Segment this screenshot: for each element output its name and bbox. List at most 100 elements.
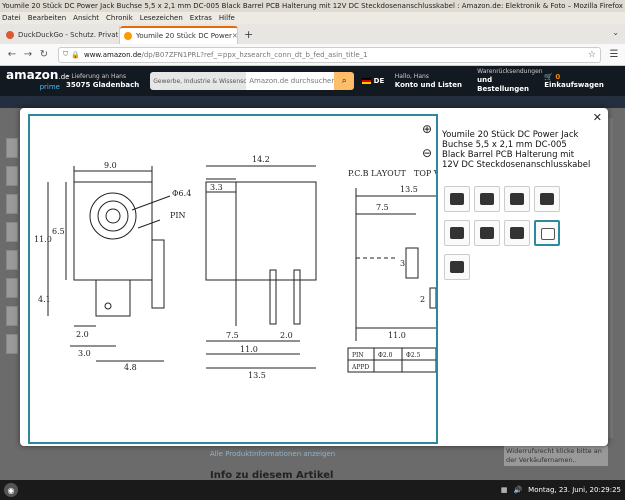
page-thumb[interactable] (6, 222, 18, 242)
launcher-icon[interactable]: ◉ (4, 483, 18, 497)
tab-duckduckgo[interactable]: DuckDuckGo - Schutz. Privat ✕ (2, 26, 120, 44)
account-greeting: Hallo, Hans (394, 72, 429, 80)
modal-product-title: Youmile 20 Stück DC Power Jack Buchse 5,… (442, 130, 591, 170)
new-tab-plus-icon[interactable]: + (238, 28, 259, 44)
thumbnail-5[interactable] (444, 220, 470, 246)
cart-count: 0 (555, 73, 561, 81)
menu-chronik[interactable]: Chronik (106, 14, 133, 22)
logo-prime: prime (39, 83, 60, 91)
search-category-select[interactable]: Gewerbe, Industrie & Wissenschaft (150, 72, 247, 90)
tab-close-icon[interactable]: ✕ (232, 32, 237, 40)
back-arrow-icon[interactable]: ← (4, 49, 20, 60)
all-info-link[interactable]: Alle Produktinformationen anzeigen (210, 450, 335, 458)
dim-side-top: 14.2 (252, 155, 270, 164)
delivery-location[interactable]: ⌖ Lieferung an Hans 35075 Gladenbach (66, 73, 150, 90)
location-pin-icon: ⌖ (66, 72, 70, 80)
page-thumb[interactable] (6, 138, 18, 158)
language-label: DE (373, 77, 385, 85)
table-r1c3: Φ2.5 (406, 352, 421, 359)
thumbnail-8-selected[interactable] (534, 220, 560, 246)
account-menu[interactable]: Hallo, Hans Konto und Listen (395, 73, 477, 90)
dim-front-height: 11.0 (34, 235, 52, 244)
tab-list-chevron-icon[interactable]: ⌄ (612, 28, 619, 37)
orders-line2: und Bestellungen (477, 76, 530, 93)
thumbnail-7[interactable] (504, 220, 530, 246)
technical-drawing: 9.0 11.0 6.5 4.1 2.0 3.0 4.8 Φ6.4 PIN 14… (34, 155, 440, 380)
url-bar[interactable]: ⛉ 🔒 www.amazon.de /dp/B07ZFN1PRL?ref_=pp… (58, 46, 601, 63)
thumbnail-6[interactable] (474, 220, 500, 246)
amazon-favicon-icon (124, 32, 132, 40)
thumbnail-3[interactable] (504, 186, 530, 212)
lock-icon[interactable]: 🔒 (71, 51, 80, 59)
dim-front-pin-height: 4.1 (38, 295, 51, 304)
cart-icon: 🛒 (544, 73, 553, 81)
page-thumb[interactable] (6, 250, 18, 270)
location-line1: Lieferung an Hans (71, 72, 127, 80)
bookmark-star-icon[interactable]: ☆ (588, 50, 596, 60)
dim-side-top-small: 3.3 (210, 183, 223, 192)
thumbnail-grid (444, 186, 584, 288)
volume-icon[interactable]: 🔊 (513, 486, 522, 494)
label-pin: PIN (170, 211, 186, 220)
menu-extras[interactable]: Extras (190, 14, 212, 22)
menubar: Datei Bearbeiten Ansicht Chronik Lesezei… (0, 12, 625, 24)
page-thumb[interactable] (6, 194, 18, 214)
dim-pcb-bottom: 11.0 (388, 331, 406, 340)
datetime[interactable]: Montag, 23. Juni, 20:29:25 (528, 486, 621, 494)
dim-side-b1: 7.5 (226, 331, 239, 340)
menu-lesezeichen[interactable]: Lesezeichen (140, 14, 183, 22)
location-line2: 35075 Gladenbach (66, 80, 140, 89)
orders-link[interactable]: Warenrücksendungen und Bestellungen (477, 68, 544, 94)
url-host: www.amazon.de (83, 50, 142, 59)
shield-icon[interactable]: ⛉ (63, 50, 68, 59)
page-thumb[interactable] (6, 166, 18, 186)
tab-amazon[interactable]: Youmile 20 Stück DC Power ✕ (120, 26, 238, 44)
forward-arrow-icon[interactable]: → (20, 49, 36, 60)
hamburger-menu-icon[interactable]: ☰ (607, 49, 621, 60)
zoom-out-icon[interactable]: ⊖ (418, 144, 436, 162)
page-thumb[interactable] (6, 278, 18, 298)
cart-label: Einkaufswagen (544, 81, 604, 89)
image-viewer-modal: 9.0 11.0 6.5 4.1 2.0 3.0 4.8 Φ6.4 PIN 14… (20, 108, 608, 446)
dim-side-b4: 13.5 (248, 371, 266, 380)
dim-front-width: 9.0 (104, 161, 117, 170)
dim-front-d1: 2.0 (76, 330, 89, 339)
menu-bearbeiten[interactable]: Bearbeiten (28, 14, 66, 22)
language-select[interactable]: DE (362, 77, 395, 85)
amazon-header: amazon.de prime ⌖ Lieferung an Hans 3507… (0, 66, 625, 96)
dim-pcb-top: 13.5 (400, 185, 418, 194)
page-thumb[interactable] (6, 306, 18, 326)
seller-note: Widerrufsrecht klicke bitte an der Verkä… (504, 446, 608, 466)
page-thumb[interactable] (6, 334, 18, 354)
reload-icon[interactable]: ↻ (36, 49, 52, 60)
modal-close-icon[interactable]: ✕ (593, 111, 602, 124)
search-icon[interactable]: ⌕ (334, 72, 355, 90)
thumbnail-9[interactable] (444, 254, 470, 280)
menu-datei[interactable]: Datei (2, 14, 21, 22)
dim-front-d3: 4.8 (124, 363, 137, 372)
table-r1c1: PIN (352, 352, 364, 359)
nav-bar: ← → ↻ ⛉ 🔒 www.amazon.de /dp/B07ZFN1PRL?r… (0, 44, 625, 66)
cart-button[interactable]: 🛒 0 Einkaufswagen (544, 73, 619, 89)
tab-label: Youmile 20 Stück DC Power (136, 32, 232, 40)
amazon-logo[interactable]: amazon.de prime (6, 69, 69, 92)
thumbnail-1[interactable] (444, 186, 470, 212)
dim-pcb-mid: 7.5 (376, 203, 389, 212)
menu-hilfe[interactable]: Hilfe (219, 14, 235, 22)
dim-front-inner: 6.5 (52, 227, 65, 236)
url-path: /dp/B07ZFN1PRL?ref_=ppx_hzsearch_conn_dt… (141, 50, 368, 59)
product-image-frame: 9.0 11.0 6.5 4.1 2.0 3.0 4.8 Φ6.4 PIN 14… (28, 114, 440, 444)
network-icon[interactable]: ▦ (501, 486, 508, 494)
dim-side-b3: 11.0 (240, 345, 258, 354)
dim-front-d2: 3.0 (78, 349, 91, 358)
thumbnail-2[interactable] (474, 186, 500, 212)
dim-side-b2: 2.0 (280, 331, 293, 340)
zoom-in-icon[interactable]: ⊕ (418, 120, 436, 138)
duckduckgo-favicon-icon (6, 31, 14, 39)
menu-ansicht[interactable]: Ansicht (73, 14, 99, 22)
tab-label: DuckDuckGo - Schutz. Privat (18, 31, 119, 39)
search-bar: Gewerbe, Industrie & Wissenschaft Amazon… (150, 72, 355, 90)
table-r1c2: Φ2.0 (378, 352, 393, 359)
thumbnail-4[interactable] (534, 186, 560, 212)
search-input[interactable]: Amazon.de durchsuchen (246, 72, 335, 90)
